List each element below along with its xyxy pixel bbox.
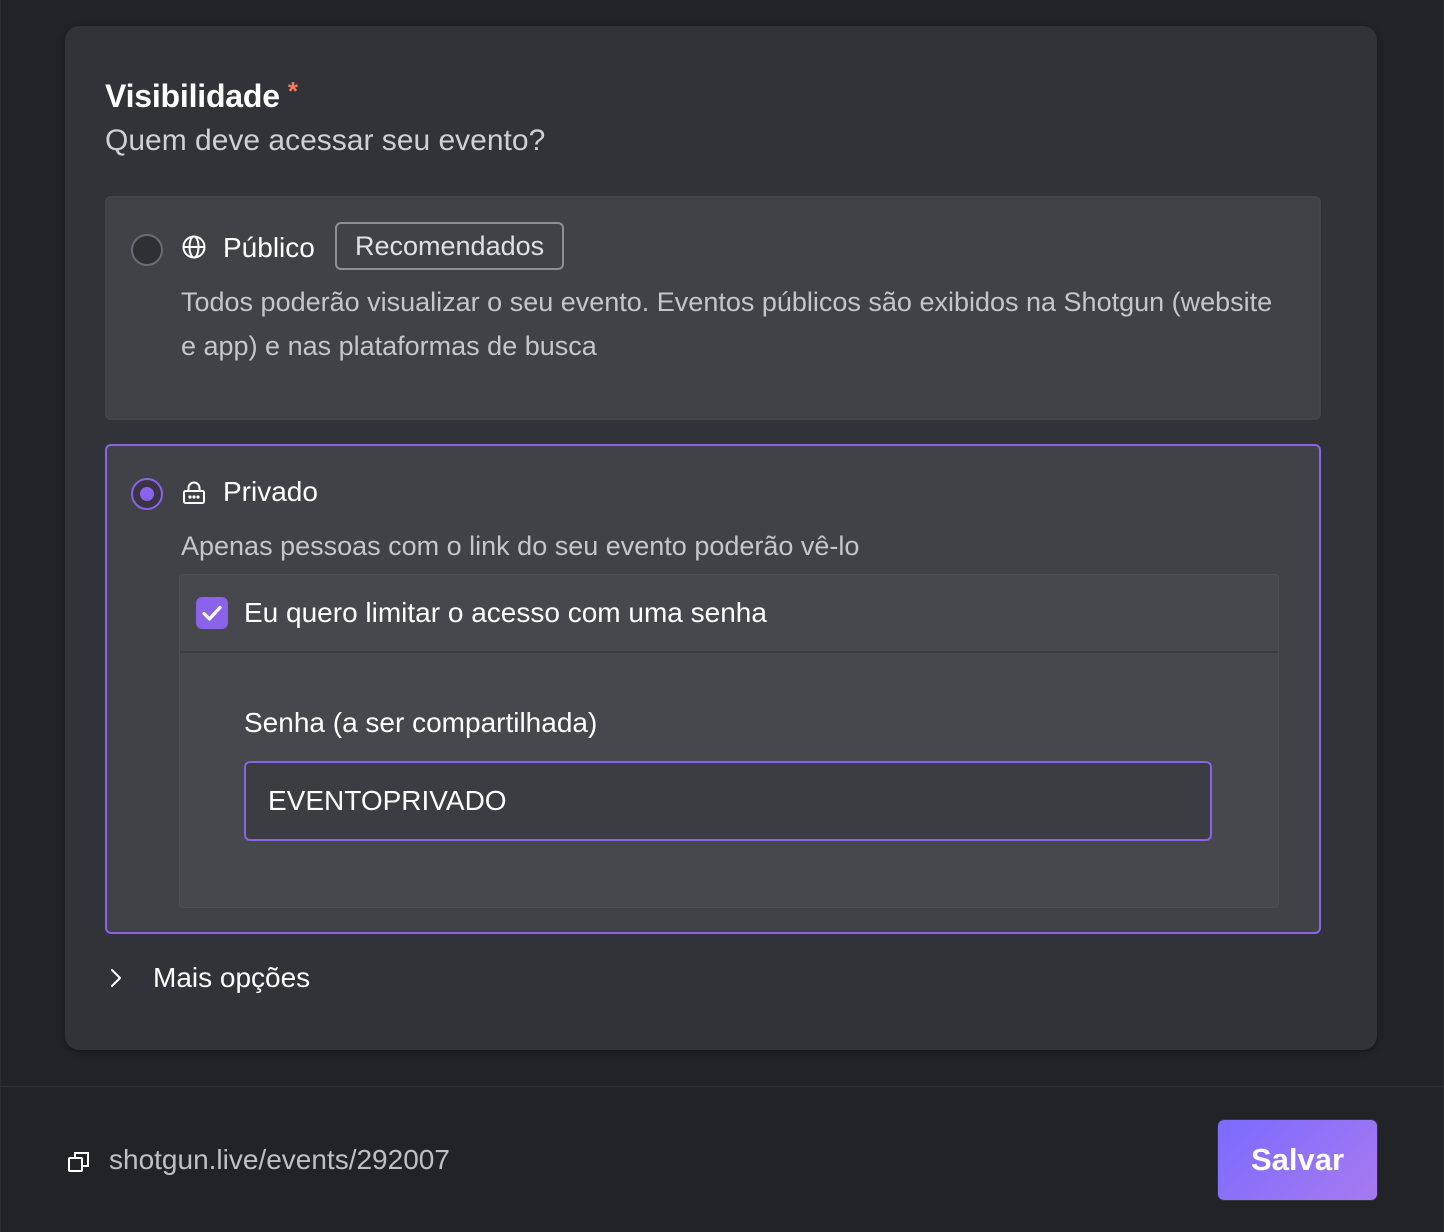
save-button[interactable]: Salvar [1218,1120,1377,1200]
section-title: Visibilidade [105,78,280,114]
radio-public[interactable] [131,234,163,266]
recommended-badge: Recomendados [335,222,565,270]
option-description-private: Apenas pessoas com o link do seu evento … [181,531,860,561]
radio-private[interactable] [131,478,163,510]
option-label-public: Público [223,232,315,263]
password-checkbox-row[interactable]: Eu quero limitar o acesso com uma senha [180,575,1278,653]
section-subtitle: Quem deve acessar seu evento? [105,124,546,157]
radio-selected-dot [140,487,154,501]
visibility-option-public[interactable]: Público Recomendados Todos poderão visua… [105,196,1321,420]
globe-icon [181,234,207,260]
option-description-public: Todos poderão visualizar o seu evento. E… [181,287,1273,361]
app-window: Visibilidade * Quem deve acessar seu eve… [0,0,1444,1232]
event-link[interactable]: shotgun.live/events/292007 [109,1144,450,1176]
required-indicator: * [287,76,298,106]
option-label-private: Privado [223,476,318,507]
checkmark-icon [202,605,222,621]
lock-icon [181,480,207,506]
section-header: Visibilidade * [105,76,298,115]
copy-icon[interactable] [67,1150,91,1174]
more-options-toggle[interactable]: Mais opções [105,962,310,994]
password-checkbox[interactable] [196,597,228,629]
password-field-label: Senha (a ser compartilhada) [244,707,598,738]
password-input[interactable] [244,761,1212,841]
chevron-right-icon [105,966,129,990]
visibility-option-private[interactable]: Privado Apenas pessoas com o link do seu… [105,444,1321,934]
footer-divider [1,1086,1444,1087]
more-options-label: Mais opções [153,962,311,993]
password-checkbox-label: Eu quero limitar o acesso com uma senha [244,597,767,628]
password-panel: Eu quero limitar o acesso com uma senha … [179,574,1279,908]
visibility-card: Visibilidade * Quem deve acessar seu eve… [65,26,1377,1050]
